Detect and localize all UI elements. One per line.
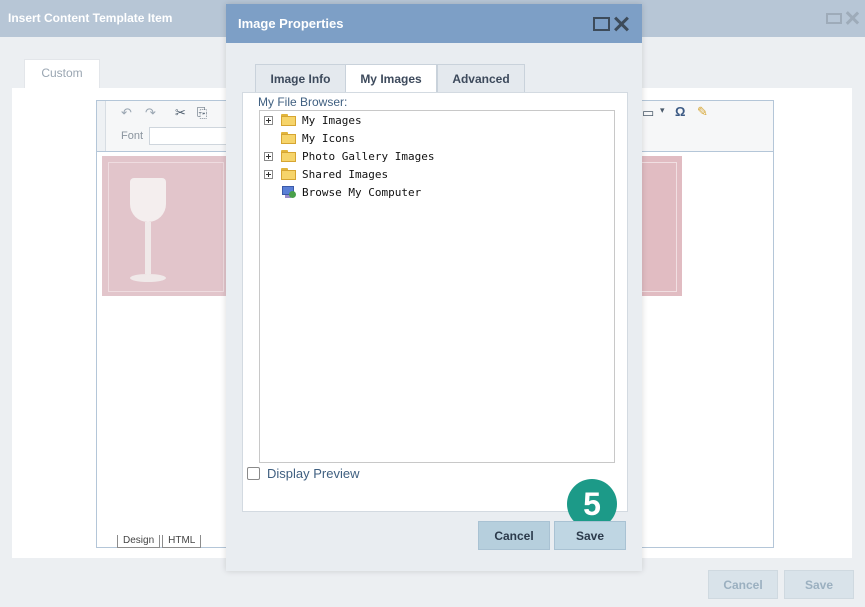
background-cancel-button[interactable]: Cancel <box>708 570 778 599</box>
my-images-panel: My File Browser: My Images My Icons Phot… <box>242 92 628 512</box>
cancel-button[interactable]: Cancel <box>478 521 550 550</box>
tree-item-label: Photo Gallery Images <box>302 149 435 163</box>
format-painter-icon[interactable]: ✎ <box>697 104 708 120</box>
tab-html[interactable]: HTML <box>162 535 202 548</box>
dropdown-icon[interactable]: ▾ <box>660 105 665 116</box>
redo-icon[interactable]: ↷ <box>145 105 156 121</box>
maximize-icon[interactable] <box>826 12 842 24</box>
tab-my-images[interactable]: My Images <box>345 64 437 94</box>
font-select[interactable] <box>149 127 231 145</box>
expand-icon[interactable] <box>264 115 273 125</box>
close-icon[interactable] <box>614 16 630 32</box>
maximize-icon[interactable] <box>593 17 610 31</box>
tree-item-my-icons[interactable]: My Icons <box>264 129 355 147</box>
copy-icon[interactable]: ⎘ <box>197 105 207 121</box>
tree-item-my-images[interactable]: My Images <box>264 111 362 129</box>
tree-item-label: Browse My Computer <box>302 185 422 199</box>
folder-icon <box>281 168 296 180</box>
expand-icon[interactable] <box>264 151 273 161</box>
background-window-title: Insert Content Template Item <box>8 11 173 25</box>
tab-image-info[interactable]: Image Info <box>255 64 346 93</box>
save-button[interactable]: Save <box>554 521 626 550</box>
banner-image <box>102 156 228 296</box>
display-preview-label: Display Preview <box>267 466 360 481</box>
tree-item-browse-my-computer[interactable]: Browse My Computer <box>264 183 421 201</box>
cut-icon[interactable]: ✂ <box>175 105 186 121</box>
tree-item-shared-images[interactable]: Shared Images <box>264 165 388 183</box>
display-preview-checkbox[interactable] <box>247 467 260 480</box>
tree-item-label: My Icons <box>302 131 355 145</box>
undo-icon[interactable]: ↶ <box>121 105 132 121</box>
folder-icon <box>281 150 296 162</box>
tree-item-photo-gallery-images[interactable]: Photo Gallery Images <box>264 147 434 165</box>
file-browser-label: My File Browser: <box>258 95 348 109</box>
tree-item-label: My Images <box>302 113 362 127</box>
dialog-title: Image Properties <box>238 16 344 31</box>
tree-item-label: Shared Images <box>302 167 389 181</box>
display-preview-option[interactable]: Display Preview <box>247 466 359 481</box>
tab-advanced[interactable]: Advanced <box>437 64 525 93</box>
tab-design[interactable]: Design <box>117 535 161 548</box>
banner-image-right <box>642 156 682 296</box>
tab-custom[interactable]: Custom <box>24 59 100 90</box>
computer-icon <box>281 185 296 199</box>
font-label: Font <box>121 130 144 142</box>
close-icon[interactable] <box>845 11 859 25</box>
dialog-titlebar[interactable]: Image Properties <box>226 4 642 43</box>
omega-icon[interactable]: Ω <box>675 104 685 119</box>
image-properties-dialog: Image Properties Image Info My Images Ad… <box>226 4 642 571</box>
table-icon[interactable]: ▭ <box>642 105 654 121</box>
folder-icon <box>281 132 296 144</box>
folder-icon <box>281 114 296 126</box>
expand-icon[interactable] <box>264 169 273 179</box>
toolbar-grip <box>97 101 106 151</box>
file-browser-tree[interactable]: My Images My Icons Photo Gallery Images … <box>259 110 615 463</box>
background-save-button[interactable]: Save <box>784 570 854 599</box>
